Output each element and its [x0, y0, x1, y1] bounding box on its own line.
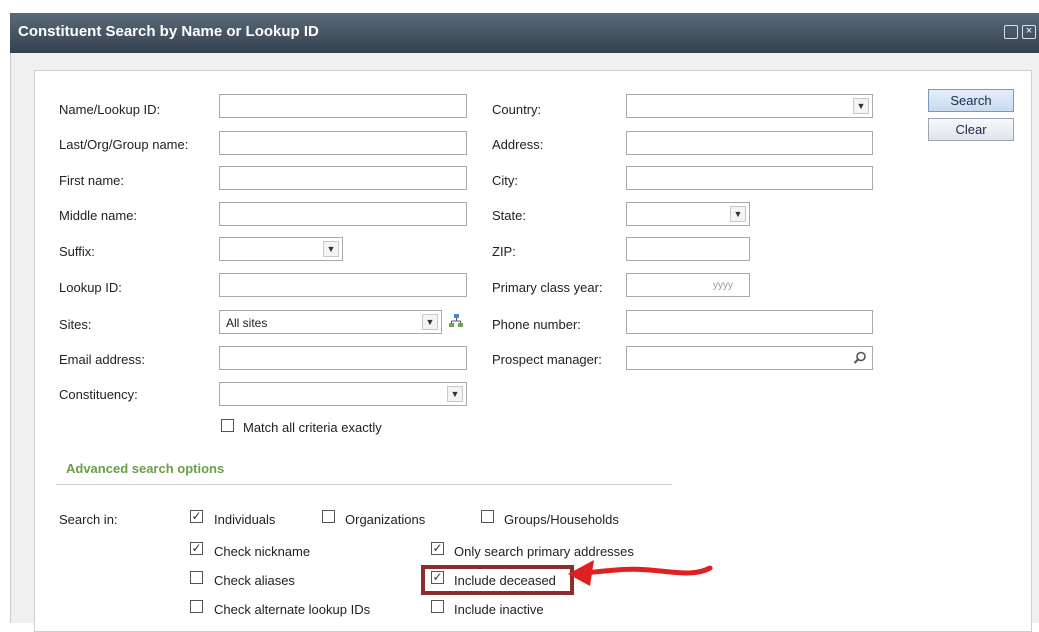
chevron-down-icon[interactable]: ▼ — [447, 386, 463, 402]
last-org-group-name-input[interactable] — [219, 131, 467, 155]
check-aliases-checkbox[interactable] — [190, 571, 203, 584]
check-nickname-checkbox[interactable]: ✓ — [190, 542, 203, 555]
lookup-id-label: Lookup ID: — [59, 280, 122, 295]
email-address-label: Email address: — [59, 352, 145, 367]
address-input[interactable] — [626, 131, 873, 155]
check-alternate-lookup-ids-label: Check alternate lookup IDs — [214, 602, 371, 617]
phone-number-input[interactable] — [626, 310, 873, 334]
include-inactive-checkbox[interactable] — [431, 600, 444, 613]
search-button[interactable]: Search — [928, 89, 1014, 112]
only-primary-addresses-checkbox[interactable]: ✓ — [431, 542, 444, 555]
primary-class-year-label: Primary class year: — [492, 280, 603, 295]
first-name-label: First name: — [59, 173, 125, 188]
address-label: Address: — [492, 137, 544, 152]
organizations-checkbox[interactable] — [322, 510, 335, 523]
individuals-label: Individuals — [214, 512, 276, 527]
suffix-select[interactable]: ▼ — [219, 237, 343, 261]
groups-households-label: Groups/Households — [504, 512, 619, 527]
advanced-divider — [56, 484, 672, 485]
check-alternate-lookup-ids-checkbox[interactable] — [190, 600, 203, 613]
country-select[interactable]: ▼ — [626, 94, 873, 118]
sites-value: All sites — [226, 316, 268, 330]
first-name-input[interactable] — [219, 166, 467, 190]
lookup-id-input[interactable] — [219, 273, 467, 297]
last-org-group-name-label: Last/Org/Group name: — [59, 137, 189, 152]
clear-button[interactable]: Clear — [928, 118, 1014, 141]
advanced-search-title: Advanced search options — [66, 461, 225, 476]
include-inactive-label: Include inactive — [454, 602, 544, 617]
site-hierarchy-icon[interactable] — [448, 313, 464, 329]
sites-label: Sites: — [59, 317, 92, 332]
close-icon[interactable]: × — [1022, 25, 1036, 39]
window-title-bar: Constituent Search by Name or Lookup ID … — [10, 13, 1039, 53]
country-label: Country: — [492, 102, 542, 117]
prospect-manager-input[interactable] — [626, 346, 873, 370]
constituency-select[interactable]: ▼ — [219, 382, 467, 406]
chevron-down-icon[interactable]: ▼ — [422, 314, 438, 330]
constituency-label: Constituency: — [59, 387, 138, 402]
individuals-checkbox[interactable]: ✓ — [190, 510, 203, 523]
primary-class-year-input[interactable]: yyyy — [626, 273, 750, 297]
middle-name-input[interactable] — [219, 202, 467, 226]
prospect-manager-label: Prospect manager: — [492, 352, 602, 367]
phone-number-label: Phone number: — [492, 317, 581, 332]
match-all-checkbox[interactable] — [221, 419, 234, 432]
annotation-highlight-box — [421, 565, 574, 595]
state-select[interactable]: ▼ — [626, 202, 750, 226]
check-nickname-label: Check nickname — [214, 544, 311, 559]
organizations-label: Organizations — [345, 512, 426, 527]
zip-label: ZIP: — [492, 244, 516, 259]
zip-input[interactable] — [626, 237, 750, 261]
search-in-label: Search in: — [59, 512, 118, 527]
email-address-input[interactable] — [219, 346, 467, 370]
check-aliases-label: Check aliases — [214, 573, 295, 588]
groups-households-checkbox[interactable] — [481, 510, 494, 523]
chevron-down-icon[interactable]: ▼ — [323, 241, 339, 257]
window-title: Constituent Search by Name or Lookup ID — [18, 23, 319, 40]
state-label: State: — [492, 208, 526, 223]
name-lookup-label: Name/Lookup ID: — [59, 102, 161, 117]
annotation-arrow — [568, 560, 713, 586]
city-label: City: — [492, 173, 518, 188]
match-all-label: Match all criteria exactly — [243, 420, 382, 435]
sites-select[interactable]: All sites ▼ — [219, 310, 442, 334]
search-icon[interactable] — [852, 350, 868, 366]
year-placeholder: yyyy — [713, 280, 733, 291]
city-input[interactable] — [626, 166, 873, 190]
chevron-down-icon[interactable]: ▼ — [853, 98, 869, 114]
restore-icon[interactable] — [1004, 25, 1018, 39]
middle-name-label: Middle name: — [59, 208, 138, 223]
chevron-down-icon[interactable]: ▼ — [730, 206, 746, 222]
suffix-label: Suffix: — [59, 244, 95, 259]
name-lookup-input[interactable] — [219, 94, 467, 118]
